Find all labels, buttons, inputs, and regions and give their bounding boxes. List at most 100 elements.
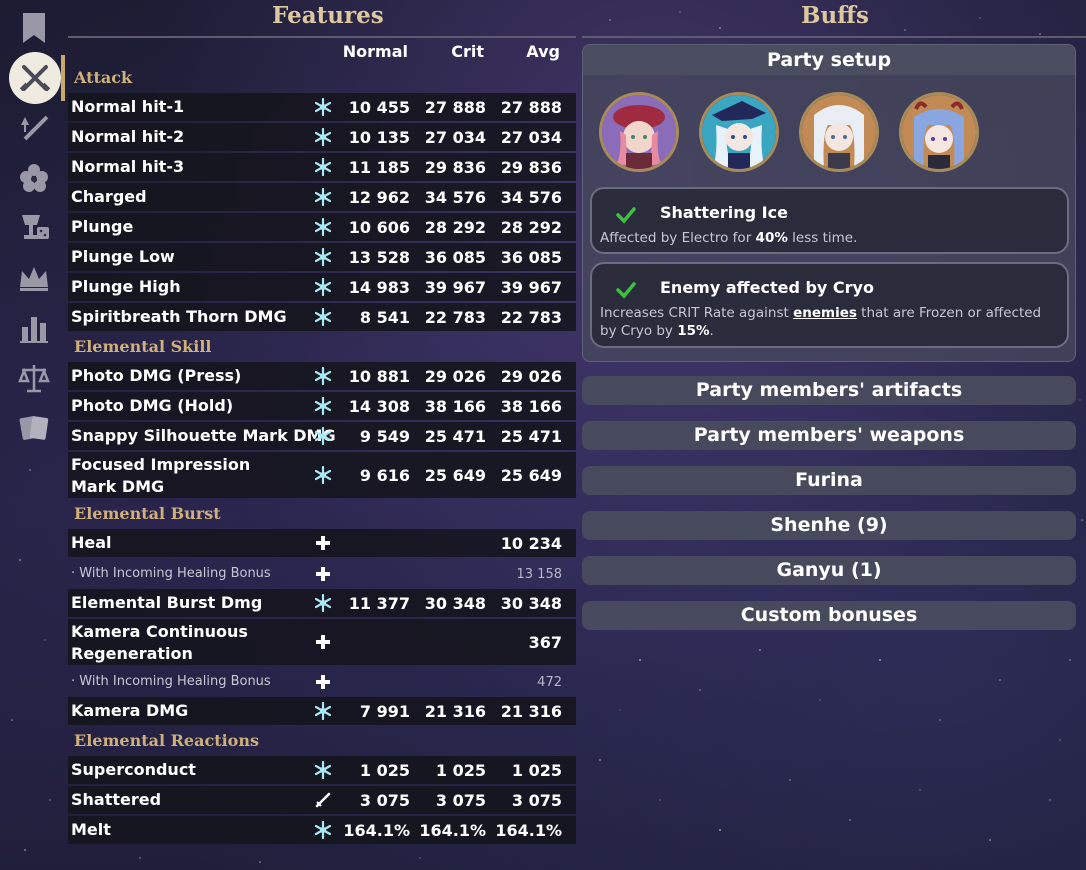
value-crit: 25 649 — [424, 465, 486, 485]
pink-hair-member-avatar[interactable] — [599, 92, 679, 172]
column-header-avg: Avg — [526, 42, 560, 61]
cards-icon[interactable] — [14, 408, 54, 448]
table-row: Kamera DMG 7 991 21 316 21 316 — [68, 697, 576, 725]
sword-upgrade-icon[interactable] — [14, 108, 54, 148]
value-crit: 38 166 — [424, 396, 486, 416]
accordion-party-weapons[interactable]: Party members' weapons — [582, 421, 1076, 450]
value-avg: 25 471 — [500, 426, 562, 446]
value-crit: 29 836 — [424, 157, 486, 177]
value-crit: 27 034 — [424, 127, 486, 147]
value-normal: 1 025 — [359, 760, 410, 780]
buff-card-enemy-affected-by-cryo[interactable]: Enemy affected by Cryo Increases CRIT Ra… — [590, 262, 1069, 348]
table-row: Photo DMG (Hold) 14 308 38 166 38 166 — [68, 392, 576, 420]
table-row: Heal 10 234 — [68, 529, 576, 557]
row-label: Spiritbreath Thorn DMG — [71, 307, 287, 326]
goblet-dice-icon[interactable] — [14, 208, 54, 248]
table-row: Kamera Continuous Regeneration 367 — [68, 619, 576, 665]
heal-icon — [312, 631, 334, 653]
row-label: Normal hit-1 — [71, 97, 185, 116]
value-avg: 36 085 — [500, 247, 562, 267]
value-crit: 34 576 — [424, 187, 486, 207]
accordion-ganyu[interactable]: Ganyu (1) — [582, 556, 1076, 585]
value-avg: 29 026 — [500, 366, 562, 386]
buff-description: Increases CRIT Rate against enemies that… — [600, 305, 1042, 339]
value-avg: 27 034 — [500, 127, 562, 147]
buff-title: Shattering Ice — [660, 203, 788, 222]
crown-icon[interactable] — [14, 258, 54, 298]
value-crit: 27 888 — [424, 97, 486, 117]
buff-description: Affected by Electro for 40% less time. — [600, 230, 858, 246]
bookmark-icon[interactable] — [14, 8, 54, 48]
sidebar-active-marker — [61, 55, 65, 101]
table-row: Shattered 3 075 3 075 3 075 — [68, 786, 576, 814]
value-crit: 164.1% — [419, 820, 486, 840]
party-setup-header[interactable]: Party setup — [583, 45, 1075, 75]
row-label: Focused Impression Mark DMG — [71, 455, 251, 496]
value-avg: 164.1% — [495, 820, 562, 840]
value-avg: 3 075 — [511, 790, 562, 810]
buff-title: Enemy affected by Cryo — [660, 278, 874, 297]
check-icon — [616, 282, 636, 299]
row-label: Plunge Low — [71, 247, 175, 266]
table-row: Photo DMG (Press) 10 881 29 026 29 026 — [68, 362, 576, 390]
buff-card-shattering-ice[interactable]: Shattering Ice Affected by Electro for 4… — [590, 187, 1069, 254]
enemies-link[interactable]: enemies — [793, 305, 857, 321]
column-header-normal: Normal — [342, 42, 408, 61]
table-row: Charged 12 962 34 576 34 576 — [68, 183, 576, 211]
accordion-party-artifacts[interactable]: Party members' artifacts — [582, 376, 1076, 405]
value-normal: 10 881 — [348, 366, 410, 386]
value-avg: 10 234 — [500, 533, 562, 553]
row-label: Photo DMG (Press) — [71, 366, 242, 385]
flower-icon[interactable] — [14, 158, 54, 198]
value-normal: 9 549 — [359, 426, 410, 446]
table-row: Plunge Low 13 528 36 085 36 085 — [68, 243, 576, 271]
table-row: Elemental Burst Dmg 11 377 30 348 30 348 — [68, 589, 576, 617]
row-label: Melt — [71, 820, 111, 839]
row-label: Photo DMG (Hold) — [71, 396, 234, 415]
value-avg: 1 025 — [511, 760, 562, 780]
furina-avatar[interactable] — [699, 92, 779, 172]
row-label: Shattered — [71, 790, 162, 809]
row-label: Superconduct — [71, 760, 196, 779]
value-crit: 29 026 — [424, 366, 486, 386]
value-avg: 367 — [528, 632, 562, 652]
value-normal: 10 606 — [348, 217, 410, 237]
value-crit: 1 025 — [435, 760, 486, 780]
row-label: Kamera DMG — [71, 701, 189, 720]
sidebar — [0, 0, 66, 870]
value-avg: 28 292 — [500, 217, 562, 237]
accordion-shenhe[interactable]: Shenhe (9) — [582, 511, 1076, 540]
row-label: Normal hit-3 — [71, 157, 185, 176]
value-avg: 38 166 — [500, 396, 562, 416]
row-label: · With Incoming Healing Bonus — [71, 566, 271, 581]
value-avg: 22 783 — [500, 307, 562, 327]
value-normal: 12 962 — [348, 187, 410, 207]
table-row: Superconduct 1 025 1 025 1 025 — [68, 756, 576, 784]
value-avg: 472 — [537, 674, 562, 690]
buffs-title: Buffs — [801, 2, 869, 29]
value-normal: 14 308 — [348, 396, 410, 416]
value-normal: 9 616 — [359, 465, 410, 485]
row-label: Normal hit-2 — [71, 127, 185, 146]
table-row: · With Incoming Healing Bonus 472 — [68, 668, 576, 696]
table-row: · With Incoming Healing Bonus 13 158 — [68, 560, 576, 588]
crossed-swords-icon[interactable] — [15, 58, 55, 98]
row-label: Charged — [71, 187, 147, 206]
value-normal: 8 541 — [359, 307, 410, 327]
scales-icon[interactable] — [14, 358, 54, 398]
value-avg: 25 649 — [500, 465, 562, 485]
accordion-custom-bonuses[interactable]: Custom bonuses — [582, 601, 1076, 630]
shenhe-avatar[interactable] — [799, 92, 879, 172]
value-crit: 21 316 — [424, 701, 486, 721]
bar-chart-icon[interactable] — [14, 308, 54, 348]
table-row: Normal hit-3 11 185 29 836 29 836 — [68, 153, 576, 181]
section-attack: Attack — [74, 68, 133, 87]
accordion-furina[interactable]: Furina — [582, 466, 1076, 495]
check-icon — [616, 207, 636, 224]
value-avg: 30 348 — [500, 593, 562, 613]
value-avg: 21 316 — [500, 701, 562, 721]
table-row: Snappy Silhouette Mark DMG 9 549 25 471 25 … — [68, 422, 576, 450]
row-label: Plunge — [71, 217, 134, 236]
ganyu-avatar[interactable] — [899, 92, 979, 172]
value-normal: 11 185 — [348, 157, 410, 177]
